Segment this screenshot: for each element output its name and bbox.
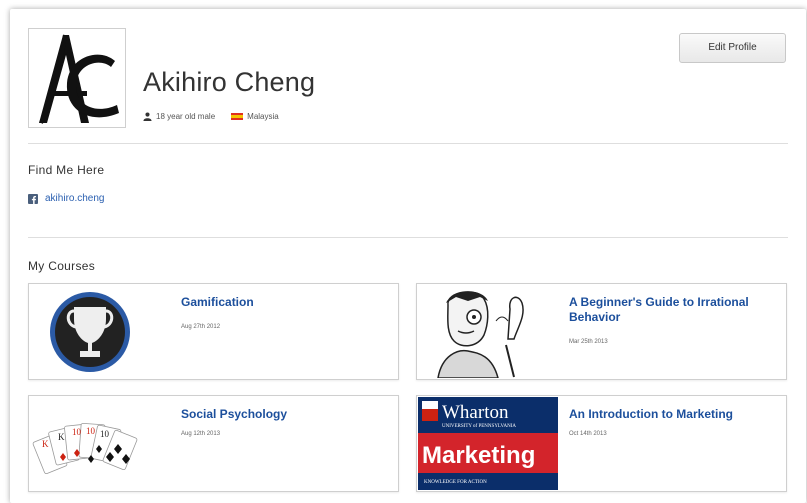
course-card-marketing[interactable]: Wharton UNIVERSITY of PENNSYLVANIA Marke… — [416, 395, 787, 492]
person-icon — [143, 112, 152, 121]
svg-text:10: 10 — [86, 426, 96, 436]
course-date: Mar 25th 2013 — [569, 339, 608, 345]
facebook-row: akihiro.cheng — [28, 193, 104, 204]
profile-meta: 18 year old male Malaysia — [143, 112, 279, 121]
course-card-irrational-behavior[interactable]: A Beginner's Guide to Irrational Behavio… — [416, 283, 787, 380]
age-gender-text: 18 year old male — [156, 112, 216, 121]
cartoon-man-illustration — [418, 285, 558, 378]
wharton-text: Wharton — [442, 402, 509, 423]
my-courses-title: My Courses — [28, 259, 96, 273]
avatar[interactable] — [28, 28, 126, 128]
facebook-link[interactable]: akihiro.cheng — [45, 193, 104, 204]
course-date: Oct 14th 2013 — [569, 431, 607, 437]
divider — [28, 237, 788, 238]
university-text: UNIVERSITY of PENNSYLVANIA — [442, 424, 516, 429]
profile-name: Akihiro Cheng — [143, 67, 316, 97]
svg-text:K: K — [42, 439, 49, 449]
course-card-social-psychology[interactable]: K K 10 10 10 Social Psychology Aug 12th … — [28, 395, 399, 492]
svg-text:10: 10 — [72, 427, 82, 437]
wharton-marketing-logo: Wharton UNIVERSITY of PENNSYLVANIA Marke… — [418, 397, 558, 490]
course-title[interactable]: A Beginner's Guide to Irrational Behavio… — [569, 295, 779, 325]
course-card-gamification[interactable]: Gamification Aug 27th 2012 — [28, 283, 399, 380]
course-title[interactable]: Gamification — [181, 295, 391, 310]
playing-cards-image: K K 10 10 10 — [30, 397, 170, 490]
flag-icon — [231, 113, 244, 120]
course-date: Aug 12th 2013 — [181, 431, 221, 437]
course-title[interactable]: An Introduction to Marketing — [569, 407, 779, 422]
svg-text:10: 10 — [100, 429, 110, 439]
course-title[interactable]: Social Psychology — [181, 407, 391, 422]
edit-profile-button[interactable]: Edit Profile — [679, 33, 786, 63]
tagline-text: KNOWLEDGE FOR ACTION — [424, 480, 487, 485]
avatar-logo — [39, 34, 119, 124]
svg-text:K: K — [58, 432, 65, 442]
course-date: Aug 27th 2012 — [181, 324, 221, 330]
trophy-icon — [30, 285, 170, 378]
facebook-icon — [28, 193, 38, 204]
find-me-title: Find Me Here — [28, 163, 105, 177]
profile-panel: Akihiro Cheng 18 year old male Malaysia … — [10, 9, 806, 503]
divider — [28, 143, 788, 144]
country-text: Malaysia — [247, 112, 279, 121]
marketing-text: Marketing — [422, 442, 535, 469]
